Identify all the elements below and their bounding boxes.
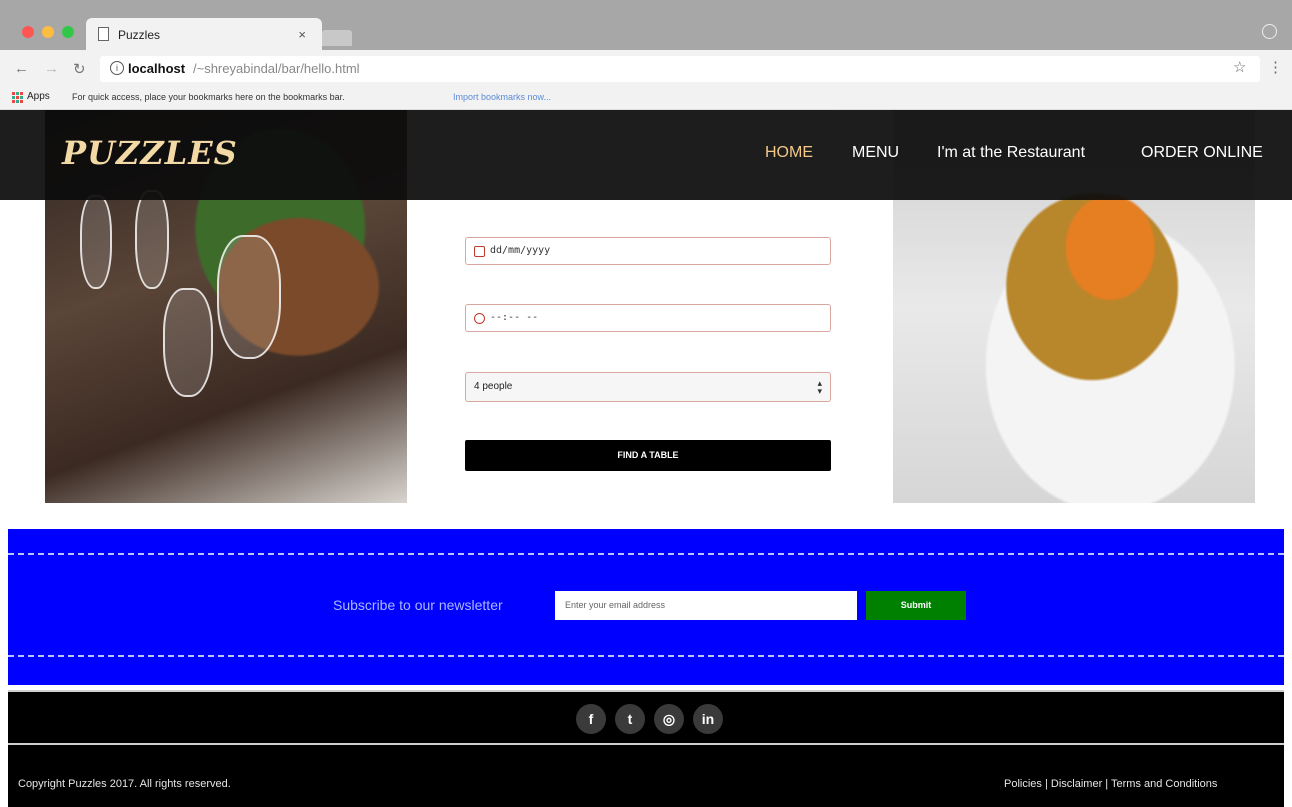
find-table-button[interactable]: FIND A TABLE: [465, 440, 831, 471]
disclaimer-link[interactable]: Disclaimer: [1051, 778, 1102, 790]
time-placeholder: --:-- --: [490, 312, 539, 323]
instagram-icon[interactable]: ◎: [654, 704, 684, 734]
link-separator: |: [1105, 778, 1109, 790]
dashed-divider: [8, 553, 1284, 555]
email-placeholder: Enter your email address: [565, 600, 666, 610]
back-arrow-icon[interactable]: ←: [14, 60, 29, 77]
more-menu-icon[interactable]: ⋮: [1268, 58, 1283, 76]
reload-icon[interactable]: ↻: [73, 60, 86, 78]
people-select[interactable]: 4 people ▴ ▾: [465, 372, 831, 402]
footer-links: Policies | Disclaimer | Terms and Condit…: [1004, 778, 1217, 790]
tab-close-button[interactable]: ×: [298, 27, 306, 42]
date-placeholder: dd/mm/yyyy: [490, 245, 551, 256]
nav-home[interactable]: HOME: [765, 144, 813, 162]
import-bookmarks-link[interactable]: Import bookmarks now...: [453, 92, 551, 102]
select-caret-icon: ▴ ▾: [817, 378, 822, 396]
address-bar[interactable]: i localhost /~shreyabindal/bar/hello.htm…: [100, 56, 1260, 82]
newsletter-submit-button[interactable]: Submit: [866, 591, 966, 620]
nav-menu[interactable]: MENU: [852, 144, 899, 162]
close-window-button[interactable]: [22, 26, 34, 38]
browser-tab[interactable]: Puzzles ×: [86, 18, 322, 50]
dashed-divider: [8, 655, 1284, 657]
bookmark-star-icon[interactable]: ☆: [1233, 58, 1246, 76]
time-field[interactable]: --:-- --: [465, 304, 831, 332]
url-host: localhost: [128, 61, 186, 76]
new-tab-button[interactable]: [322, 30, 352, 46]
maximize-window-button[interactable]: [62, 26, 74, 38]
terms-link[interactable]: Terms and Conditions: [1111, 778, 1217, 790]
site-logo[interactable]: PUZZLES: [62, 134, 238, 172]
policies-link[interactable]: Policies: [1004, 778, 1042, 790]
tab-title: Puzzles: [118, 28, 161, 42]
clock-icon: [474, 313, 485, 324]
facebook-icon[interactable]: f: [576, 704, 606, 734]
footer-rule: [8, 690, 1284, 692]
apps-grid-icon[interactable]: [12, 92, 23, 103]
linkedin-icon[interactable]: in: [693, 704, 723, 734]
copyright-text: Copyright Puzzles 2017. All rights reser…: [18, 778, 231, 790]
calendar-icon: [474, 246, 485, 257]
newsletter-label: Subscribe to our newsletter: [333, 597, 503, 613]
date-field[interactable]: dd/mm/yyyy: [465, 237, 831, 265]
forward-arrow-icon[interactable]: →: [44, 60, 59, 77]
url-path: /~shreyabindal/bar/hello.html: [193, 61, 360, 76]
newsletter-email-input[interactable]: Enter your email address: [555, 591, 857, 620]
minimize-window-button[interactable]: [42, 26, 54, 38]
info-icon[interactable]: i: [110, 61, 124, 75]
document-icon: [98, 27, 109, 41]
apps-link[interactable]: Apps: [27, 91, 50, 102]
people-value: 4 people: [474, 381, 513, 392]
twitter-icon[interactable]: t: [615, 704, 645, 734]
nav-order-online[interactable]: ORDER ONLINE: [1141, 144, 1263, 162]
bookmarks-hint: For quick access, place your bookmarks h…: [72, 92, 345, 102]
footer-rule: [8, 743, 1284, 745]
nav-restaurant[interactable]: I'm at the Restaurant: [937, 144, 1085, 162]
link-separator: |: [1044, 778, 1048, 790]
profile-icon[interactable]: [1262, 24, 1277, 39]
